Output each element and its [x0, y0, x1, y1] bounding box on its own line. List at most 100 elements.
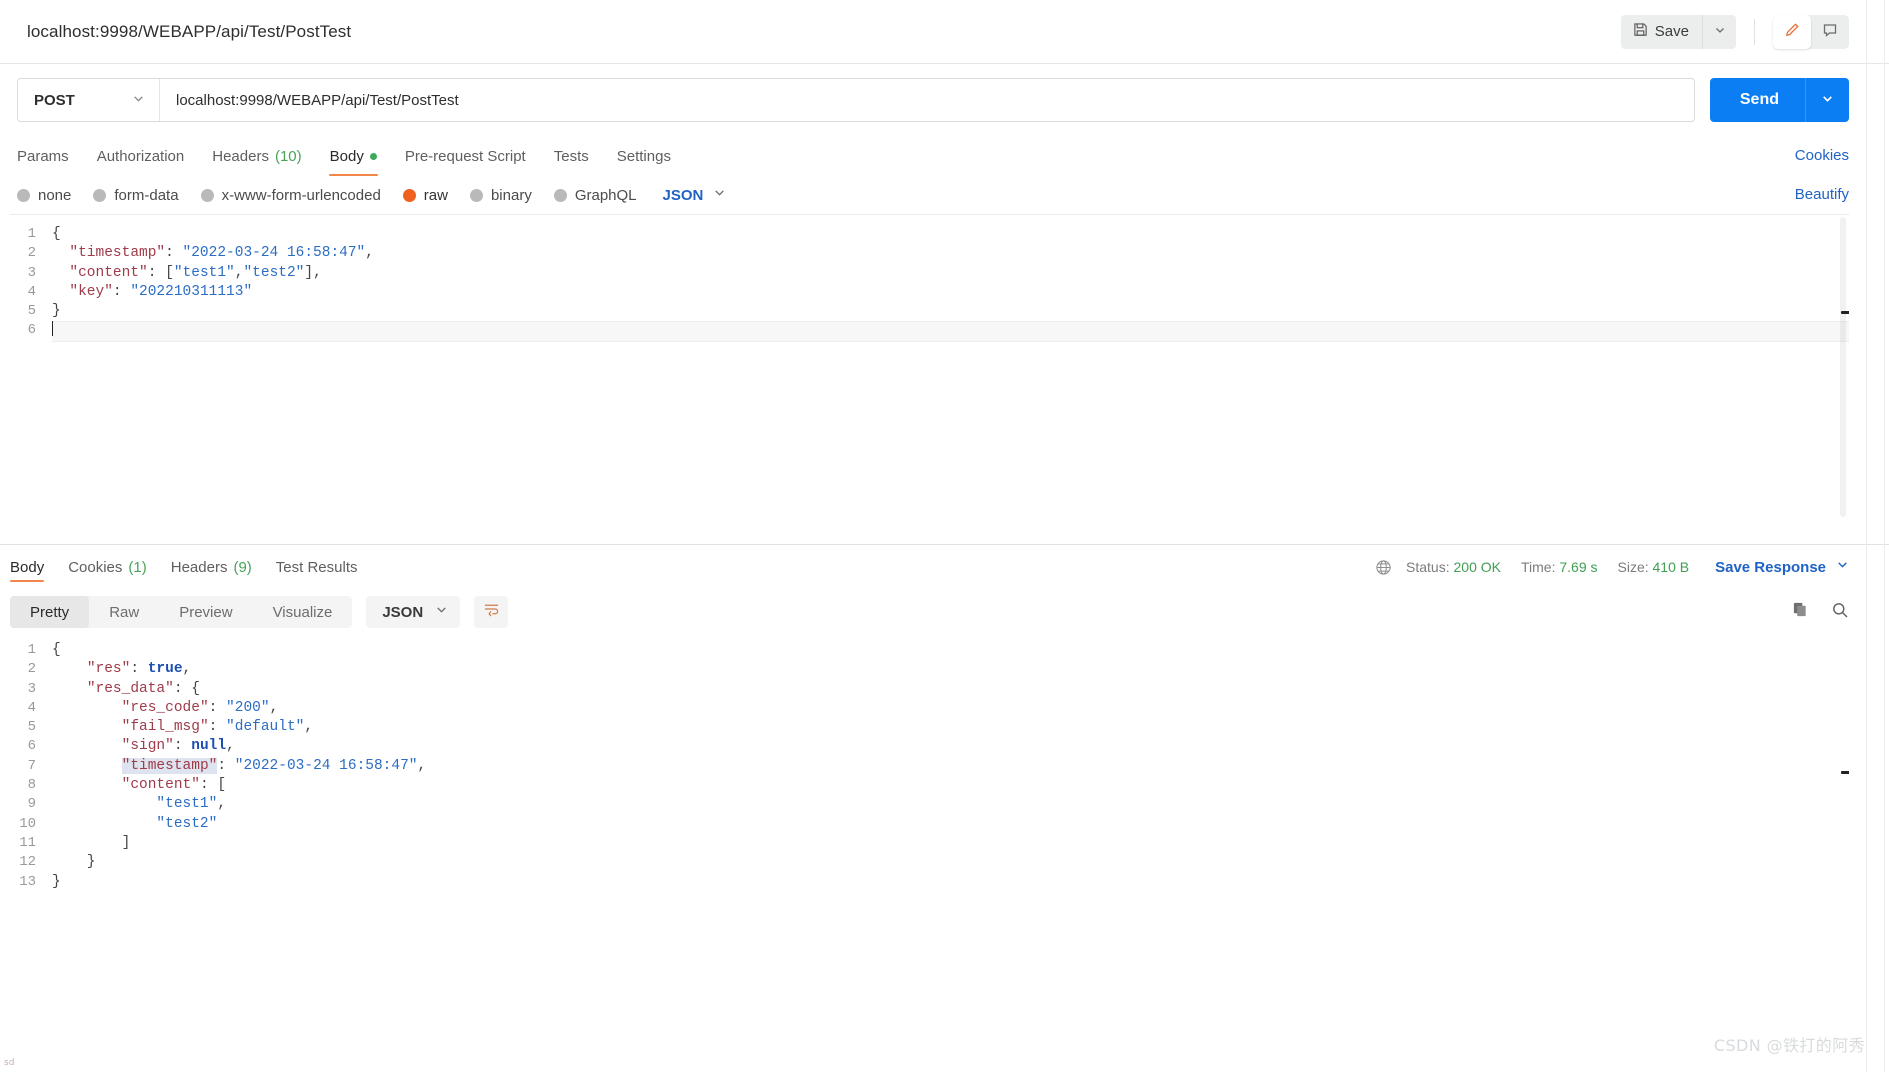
code-line[interactable]: "fail_msg": "default", — [52, 718, 1849, 737]
response-tab-body[interactable]: Body — [10, 545, 56, 589]
save-button[interactable]: Save — [1620, 14, 1702, 49]
comment-icon-button[interactable] — [1811, 15, 1849, 49]
code-token: : — [208, 719, 227, 736]
copy-icon[interactable] — [1792, 601, 1809, 623]
save-response-button[interactable]: Save Response — [1715, 559, 1826, 576]
code-line[interactable]: "content": [ — [52, 776, 1849, 795]
body-type-urlencoded[interactable]: x-www-form-urlencoded — [200, 187, 381, 204]
code-line[interactable]: "test1", — [52, 795, 1849, 814]
response-tab-cookies[interactable]: Cookies (1) — [56, 545, 159, 589]
view-toggle-group — [1773, 14, 1849, 49]
code-token: ] — [52, 834, 131, 851]
tab-params[interactable]: Params — [17, 136, 83, 176]
code-line[interactable]: ] — [52, 834, 1849, 853]
request-editor-scrollbar[interactable] — [1837, 215, 1849, 544]
view-mode-visualize[interactable]: Visualize — [253, 596, 353, 628]
url-bar: POST — [17, 78, 1695, 122]
chevron-down-icon — [1714, 24, 1726, 39]
line-number: 8 — [27, 777, 36, 794]
status-label: Status: — [1406, 559, 1450, 575]
chevron-down-icon[interactable] — [1836, 558, 1849, 576]
radio-icon — [200, 188, 214, 202]
request-body-editor[interactable]: 1 {2 "timestamp": "2022-03-24 16:58:47", 3… — [10, 214, 1849, 544]
word-wrap-button[interactable] — [474, 596, 509, 628]
response-controls-right — [1792, 601, 1849, 624]
body-type-graphql-label: GraphQL — [574, 186, 637, 204]
code-token: "content" — [69, 264, 148, 281]
code-line[interactable]: { — [52, 641, 1849, 660]
code-token: : [ — [199, 777, 227, 794]
code-token: "timestamp" — [69, 245, 166, 262]
search-icon[interactable] — [1831, 601, 1849, 624]
body-type-form-data[interactable]: form-data — [93, 186, 179, 204]
line-number: 7 — [27, 757, 36, 774]
code-line[interactable]: "sign": null, — [52, 737, 1849, 756]
line-number: 11 — [19, 834, 36, 851]
pencil-icon-button[interactable] — [1773, 14, 1811, 49]
cookies-link[interactable]: Cookies — [1795, 147, 1849, 164]
request-body-code[interactable]: 1 {2 "timestamp": "2022-03-24 16:58:47", 3… — [10, 215, 1849, 342]
code-token: : — [130, 661, 148, 678]
beautify-link[interactable]: Beautify — [1795, 186, 1849, 203]
code-line[interactable]: "test2" — [52, 815, 1849, 834]
code-line[interactable] — [52, 321, 1849, 342]
body-type-form-data-label: form-data — [114, 186, 179, 204]
view-mode-preview[interactable]: Preview — [159, 596, 252, 628]
response-format-select[interactable]: JSON — [366, 596, 461, 628]
line-number: 13 — [19, 873, 36, 890]
body-type-none[interactable]: none — [17, 187, 71, 204]
tab-tests[interactable]: Tests — [540, 136, 603, 176]
http-method-select[interactable]: POST — [18, 79, 160, 121]
tab-pre-request-script[interactable]: Pre-request Script — [391, 136, 540, 176]
body-type-binary[interactable]: binary — [469, 187, 532, 204]
tab-headers[interactable]: Headers (10) — [198, 136, 315, 176]
response-tab-headers[interactable]: Headers (9) — [159, 545, 264, 589]
code-line[interactable]: } — [52, 873, 1849, 892]
code-line[interactable]: "timestamp": "2022-03-24 16:58:47", — [52, 757, 1849, 776]
code-line[interactable]: } — [52, 853, 1849, 872]
line-number: 12 — [19, 854, 36, 871]
code-line[interactable]: { — [52, 225, 1849, 244]
line-number: 6 — [27, 738, 36, 755]
send-button[interactable]: Send — [1709, 78, 1805, 122]
body-type-raw[interactable]: raw — [402, 187, 448, 204]
raw-format-select[interactable]: JSON — [663, 186, 727, 204]
code-line[interactable]: "res_code": "200", — [52, 699, 1849, 718]
code-line[interactable]: "key": "202210311113" — [52, 283, 1849, 302]
response-tab-test-results[interactable]: Test Results — [264, 545, 370, 589]
response-body-editor[interactable]: 1 {2 "res": true, 3 "res_data": {4 "res_co… — [10, 635, 1849, 903]
code-token: : — [165, 245, 183, 262]
http-method-value: POST — [34, 91, 75, 109]
request-editor-resize-handle[interactable] — [1841, 311, 1849, 314]
send-options-button[interactable] — [1805, 78, 1849, 122]
body-type-graphql[interactable]: GraphQL — [553, 186, 637, 204]
header-actions: Save — [1620, 14, 1889, 49]
request-tabs: Params Authorization Headers (10) Body P… — [0, 136, 1889, 176]
code-token: "res_code" — [121, 699, 209, 716]
request-tabs-right: Cookies — [1795, 147, 1849, 165]
code-line[interactable]: } — [52, 302, 1849, 321]
response-body-code[interactable]: 1 {2 "res": true, 3 "res_data": {4 "res_co… — [10, 635, 1849, 892]
line-number: 4 — [27, 699, 36, 716]
save-options-button[interactable] — [1702, 14, 1736, 49]
response-tab-headers-count: (9) — [233, 558, 252, 576]
tab-authorization[interactable]: Authorization — [83, 136, 199, 176]
url-input[interactable] — [160, 79, 1694, 121]
code-line[interactable]: "timestamp": "2022-03-24 16:58:47", — [52, 244, 1849, 263]
code-token: , — [226, 738, 235, 755]
tab-tests-label: Tests — [553, 147, 589, 165]
code-line[interactable]: "res": true, — [52, 660, 1849, 679]
code-line[interactable]: "content": ["test1","test2"], — [52, 264, 1849, 283]
view-mode-raw[interactable]: Raw — [89, 596, 159, 628]
code-line[interactable]: "res_data": { — [52, 680, 1849, 699]
view-mode-pretty[interactable]: Pretty — [10, 596, 90, 628]
response-editor-resize-handle[interactable] — [1841, 771, 1849, 774]
size-value: 410 B — [1652, 559, 1690, 575]
code-token: : [ — [147, 264, 174, 281]
tab-body[interactable]: Body — [316, 136, 391, 176]
word-wrap-icon — [483, 602, 500, 622]
tab-settings[interactable]: Settings — [603, 136, 685, 176]
scrollbar-thumb[interactable] — [1840, 217, 1846, 517]
